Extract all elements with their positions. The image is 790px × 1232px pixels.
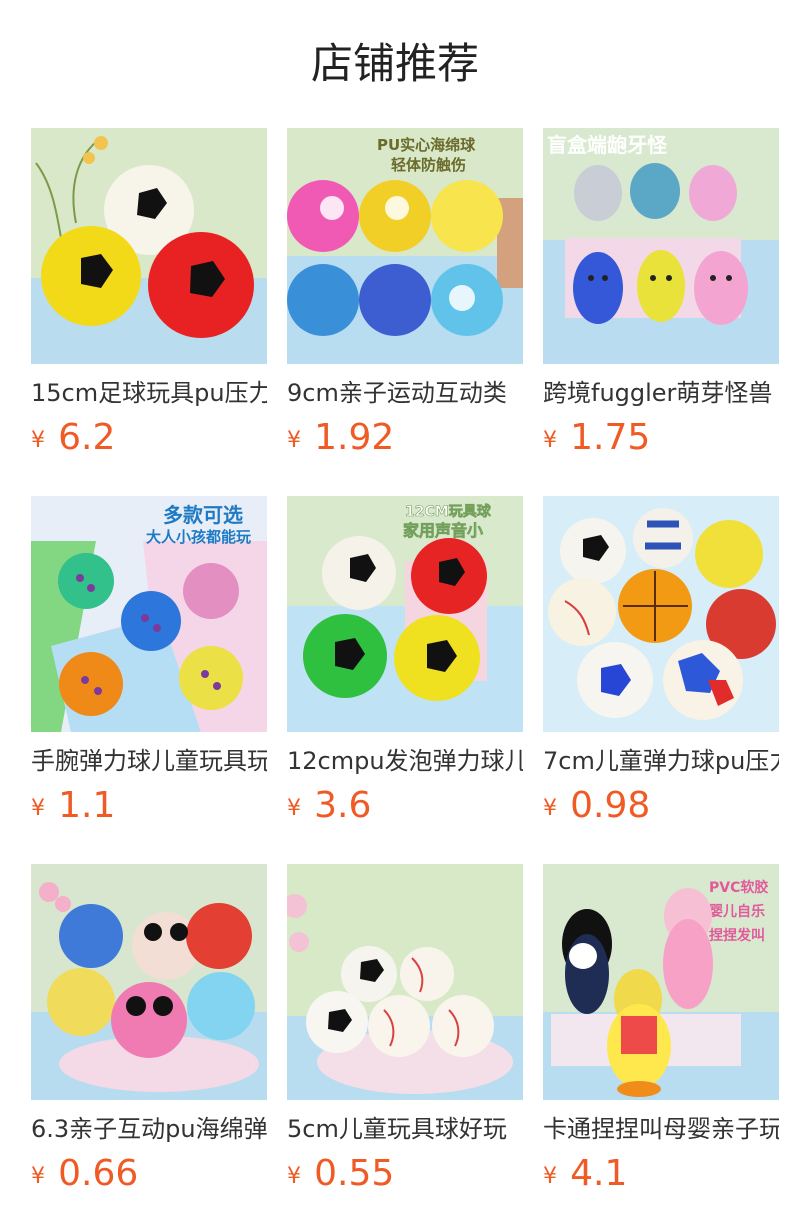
image-overlay-text: PVC软胶 — [709, 879, 768, 896]
price-amount: 1.92 — [314, 417, 395, 458]
squeaky-toys-icon: PVC软胶 婴儿自乐 捏捏发叫 — [543, 864, 779, 1100]
price-amount: 4.1 — [570, 1153, 628, 1194]
image-overlay-text: 大人小孩都能玩 — [146, 528, 251, 546]
product-name: 手腕弹力球儿童玩具玩 — [31, 747, 267, 775]
product-card[interactable]: 12CM玩具球 家用声音小 12cmpu发泡弹力球儿童 ¥ 3.6 — [287, 496, 523, 826]
toy-monsters-icon: 盲盒端龅牙怪 — [543, 128, 779, 364]
product-price: ¥ 0.66 — [31, 1152, 138, 1202]
currency-symbol: ¥ — [31, 428, 45, 453]
currency-symbol: ¥ — [287, 1164, 301, 1189]
page-title: 店铺推荐 — [310, 39, 479, 88]
image-overlay-text: 婴儿自乐 — [709, 903, 765, 920]
currency-symbol: ¥ — [543, 796, 557, 821]
image-overlay-text: 家用声音小 — [403, 521, 483, 540]
price-amount: 0.55 — [314, 1153, 395, 1194]
product-grid: 15cm足球玩具pu压力球 ¥ 6.2 PU实心海绵球 轻体防触伤 — [31, 128, 779, 1194]
product-price: ¥ 6.2 — [31, 416, 115, 466]
product-card[interactable]: PU实心海绵球 轻体防触伤 9cm亲子运动互动类 ¥ 1.92 — [287, 128, 523, 458]
dinosaur-balls-icon: PU实心海绵球 轻体防触伤 — [287, 128, 523, 364]
product-price: ¥ 0.55 — [287, 1152, 394, 1202]
soccer-balls-icon — [31, 128, 267, 364]
image-overlay-text: 轻体防触伤 — [391, 156, 466, 174]
product-card[interactable]: 多款可选 大人小孩都能玩 手腕弹力球儿童玩具玩 ¥ 1.1 — [31, 496, 267, 826]
product-price: ¥ 1.75 — [543, 416, 650, 466]
product-name: 跨境fuggler萌芽怪兽 — [543, 379, 773, 407]
image-overlay-text: PU实心海绵球 — [377, 136, 476, 154]
product-price: ¥ 0.98 — [543, 784, 650, 834]
product-card[interactable]: 5cm儿童玩具球好玩 ¥ 0.55 — [287, 864, 523, 1194]
currency-symbol: ¥ — [287, 428, 301, 453]
image-overlay-text: 多款可选 — [163, 503, 243, 527]
currency-symbol: ¥ — [543, 1164, 557, 1189]
price-amount: 0.66 — [58, 1153, 139, 1194]
foam-soccer-balls-icon: 12CM玩具球 家用声音小 — [287, 496, 523, 732]
product-card[interactable]: 6.3亲子互动pu海绵弹力 ¥ 0.66 — [31, 864, 267, 1194]
product-price: ¥ 1.1 — [31, 784, 115, 834]
product-name: 卡通捏捏叫母婴亲子玩具 — [543, 1115, 779, 1143]
product-name: 7cm儿童弹力球pu压力 — [543, 747, 779, 775]
product-name: 5cm儿童玩具球好玩 — [287, 1115, 507, 1143]
cartoon-balls-icon — [31, 864, 267, 1100]
price-amount: 6.2 — [58, 417, 116, 458]
image-overlay-text: 捏捏发叫 — [709, 927, 765, 944]
image-overlay-text: 12CM玩具球 — [405, 503, 492, 520]
currency-symbol: ¥ — [31, 796, 45, 821]
product-name: 12cmpu发泡弹力球儿童 — [287, 747, 523, 775]
sports-balls-icon — [543, 496, 779, 732]
bouncy-balls-icon: 多款可选 大人小孩都能玩 — [31, 496, 267, 732]
product-card[interactable]: 15cm足球玩具pu压力球 ¥ 6.2 — [31, 128, 267, 458]
price-amount: 0.98 — [570, 785, 651, 826]
product-name: 6.3亲子互动pu海绵弹力 — [31, 1115, 267, 1143]
image-overlay-text: 盲盒端龅牙怪 — [547, 133, 668, 157]
product-card[interactable]: PVC软胶 婴儿自乐 捏捏发叫 卡通捏捏叫母婴亲子玩具 ¥ 4.1 — [543, 864, 779, 1194]
product-card[interactable]: 盲盒端龅牙怪 跨境fuggler萌芽怪兽 ¥ 1.75 — [543, 128, 779, 458]
currency-symbol: ¥ — [543, 428, 557, 453]
currency-symbol: ¥ — [287, 796, 301, 821]
product-name: 15cm足球玩具pu压力球 — [31, 379, 267, 407]
product-price: ¥ 4.1 — [543, 1152, 627, 1202]
currency-symbol: ¥ — [31, 1164, 45, 1189]
product-price: ¥ 1.92 — [287, 416, 394, 466]
price-amount: 1.75 — [570, 417, 651, 458]
small-sports-balls-icon — [287, 864, 523, 1100]
product-card[interactable]: 7cm儿童弹力球pu压力 ¥ 0.98 — [543, 496, 779, 826]
product-name: 9cm亲子运动互动类 — [287, 379, 507, 407]
price-amount: 3.6 — [314, 785, 372, 826]
price-amount: 1.1 — [58, 785, 116, 826]
product-price: ¥ 3.6 — [287, 784, 371, 834]
